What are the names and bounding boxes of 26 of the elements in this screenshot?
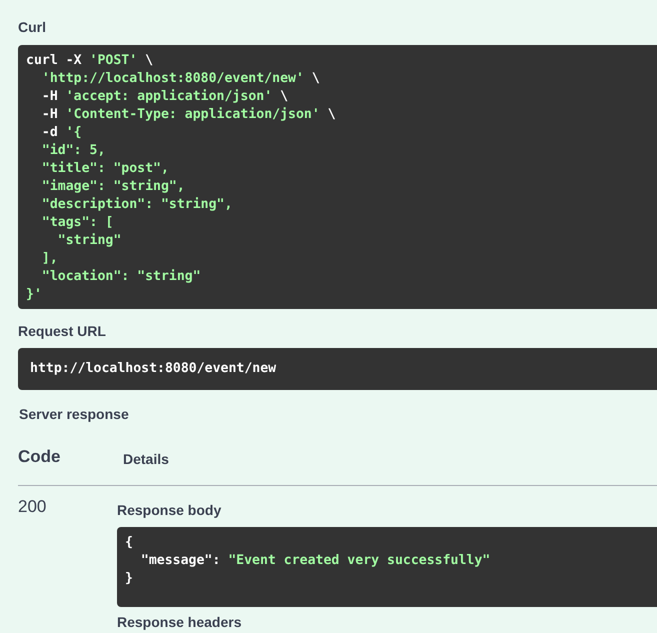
code-line: "description": "string", [40, 196, 232, 214]
section-label: Curl [18, 18, 46, 37]
section-label: Request URL [18, 322, 106, 341]
code-line: "image": "string", [40, 178, 185, 196]
code-line: "message": "Event created very successfully" [140, 552, 490, 570]
code-line: "location": "string" [40, 268, 201, 286]
code-line: -d '{ [40, 124, 82, 142]
code-line: "string" [56, 232, 122, 250]
code-line: } [125, 570, 133, 588]
section-label: Response headers [117, 612, 242, 632]
column-header: Details [123, 450, 169, 468]
code-line: ], [40, 250, 58, 268]
section-label: Response body [117, 500, 222, 520]
code-line: }' [26, 286, 42, 304]
column-header: Code [18, 446, 62, 468]
code-line: "id": 5, [40, 142, 106, 160]
section-label: Server response [19, 405, 129, 424]
code-line: "title": "post", [40, 160, 169, 178]
code-line: -H 'accept: application/json' \ [40, 88, 288, 106]
status-code: 200 [18, 496, 46, 518]
code-line: 'http://localhost:8080/event/new' \ [40, 70, 320, 88]
code-line: { [125, 534, 133, 552]
code-line: "tags": [ [40, 214, 114, 232]
code-line: -H 'Content-Type: application/json' \ [40, 106, 336, 124]
request-url: http://localhost:8080/event/new [30, 360, 276, 378]
code-line: curl -X 'POST' \ [26, 52, 154, 70]
